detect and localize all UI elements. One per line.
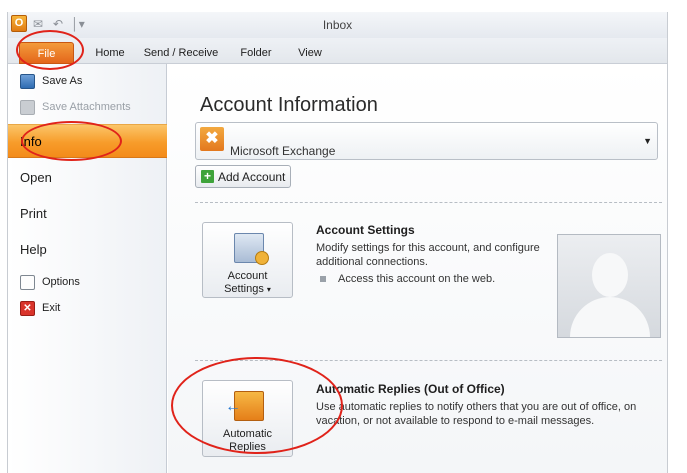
access-web-link[interactable]: Access this account on the web. <box>320 273 495 285</box>
add-account-button[interactable]: + Add Account <box>195 165 291 188</box>
person-silhouette-icon <box>592 253 628 297</box>
account-settings-label-2: Settings ▾ <box>224 283 271 295</box>
nav-save-as[interactable]: Save As <box>8 70 167 92</box>
exit-icon: ✕ <box>20 300 35 316</box>
nav-save-attachments[interactable]: Save Attachments <box>8 96 167 118</box>
nav-open-label: Open <box>20 169 52 185</box>
section-divider <box>195 202 662 203</box>
window-title: Inbox <box>322 18 353 32</box>
automatic-replies-icon <box>225 391 264 421</box>
account-settings-icon <box>234 233 269 265</box>
nav-info-label: Info <box>20 133 42 149</box>
nav-open[interactable]: Open <box>8 160 167 194</box>
automatic-replies-title: Automatic Replies (Out of Office) <box>316 382 505 396</box>
avatar[interactable] <box>557 234 661 338</box>
account-settings-label-1: Account <box>227 270 268 282</box>
plus-icon: + <box>201 170 214 183</box>
nav-save-as-label: Save As <box>42 75 83 87</box>
page-title: Account Information <box>200 94 378 116</box>
bullet-icon <box>320 276 326 282</box>
nav-options[interactable]: Options <box>8 271 167 293</box>
tab-send-receive[interactable]: Send / Receive <box>140 42 222 64</box>
account-name: Microsoft Exchange <box>230 144 336 158</box>
tab-file[interactable]: File <box>19 42 74 64</box>
nav-save-attachments-label: Save Attachments <box>42 101 131 113</box>
account-settings-title: Account Settings <box>316 223 415 237</box>
title-bar: O ✉ ↶ │▾ Inbox <box>8 12 667 38</box>
nav-print[interactable]: Print <box>8 196 167 230</box>
backstage-nav: Save As Save Attachments Info Open Print… <box>8 64 167 473</box>
chevron-down-icon[interactable]: ▼ <box>643 136 652 146</box>
exchange-icon: ✖ <box>200 127 224 151</box>
nav-exit-label: Exit <box>42 302 61 314</box>
nav-help-label: Help <box>20 241 47 257</box>
save-as-icon <box>20 73 35 89</box>
save-attachments-icon <box>20 99 35 115</box>
tab-view[interactable]: View <box>290 42 330 64</box>
automatic-replies-description: Use automatic replies to notify others t… <box>316 401 637 427</box>
automatic-replies-button[interactable]: Automatic Replies <box>202 380 293 457</box>
tab-folder[interactable]: Folder <box>230 42 282 64</box>
tab-home[interactable]: Home <box>86 42 134 64</box>
automatic-replies-label-2: Replies <box>229 441 266 453</box>
add-account-label: Add Account <box>218 169 286 184</box>
access-web-label: Access this account on the web. <box>338 273 496 285</box>
nav-help[interactable]: Help <box>8 232 167 266</box>
account-selector[interactable]: ✖ Microsoft Exchange ▼ <box>195 122 658 160</box>
nav-print-label: Print <box>20 205 47 221</box>
account-settings-description: Modify settings for this account, and co… <box>316 242 540 268</box>
account-settings-button[interactable]: Account Settings ▾ <box>202 222 293 298</box>
automatic-replies-label-1: Automatic <box>223 428 272 440</box>
nav-info[interactable]: Info <box>8 124 167 158</box>
nav-exit[interactable]: ✕ Exit <box>8 297 167 319</box>
section-divider <box>195 360 662 361</box>
account-info-panel: Account Information ✖ Microsoft Exchange… <box>168 64 667 473</box>
ribbon-tabs: File Home Send / Receive Folder View <box>8 38 667 64</box>
nav-options-label: Options <box>42 276 80 288</box>
caret-down-icon: ▾ <box>266 285 271 294</box>
options-icon <box>20 274 35 290</box>
outlook-window: O ✉ ↶ │▾ Inbox File Home Send / Receive … <box>7 12 668 473</box>
